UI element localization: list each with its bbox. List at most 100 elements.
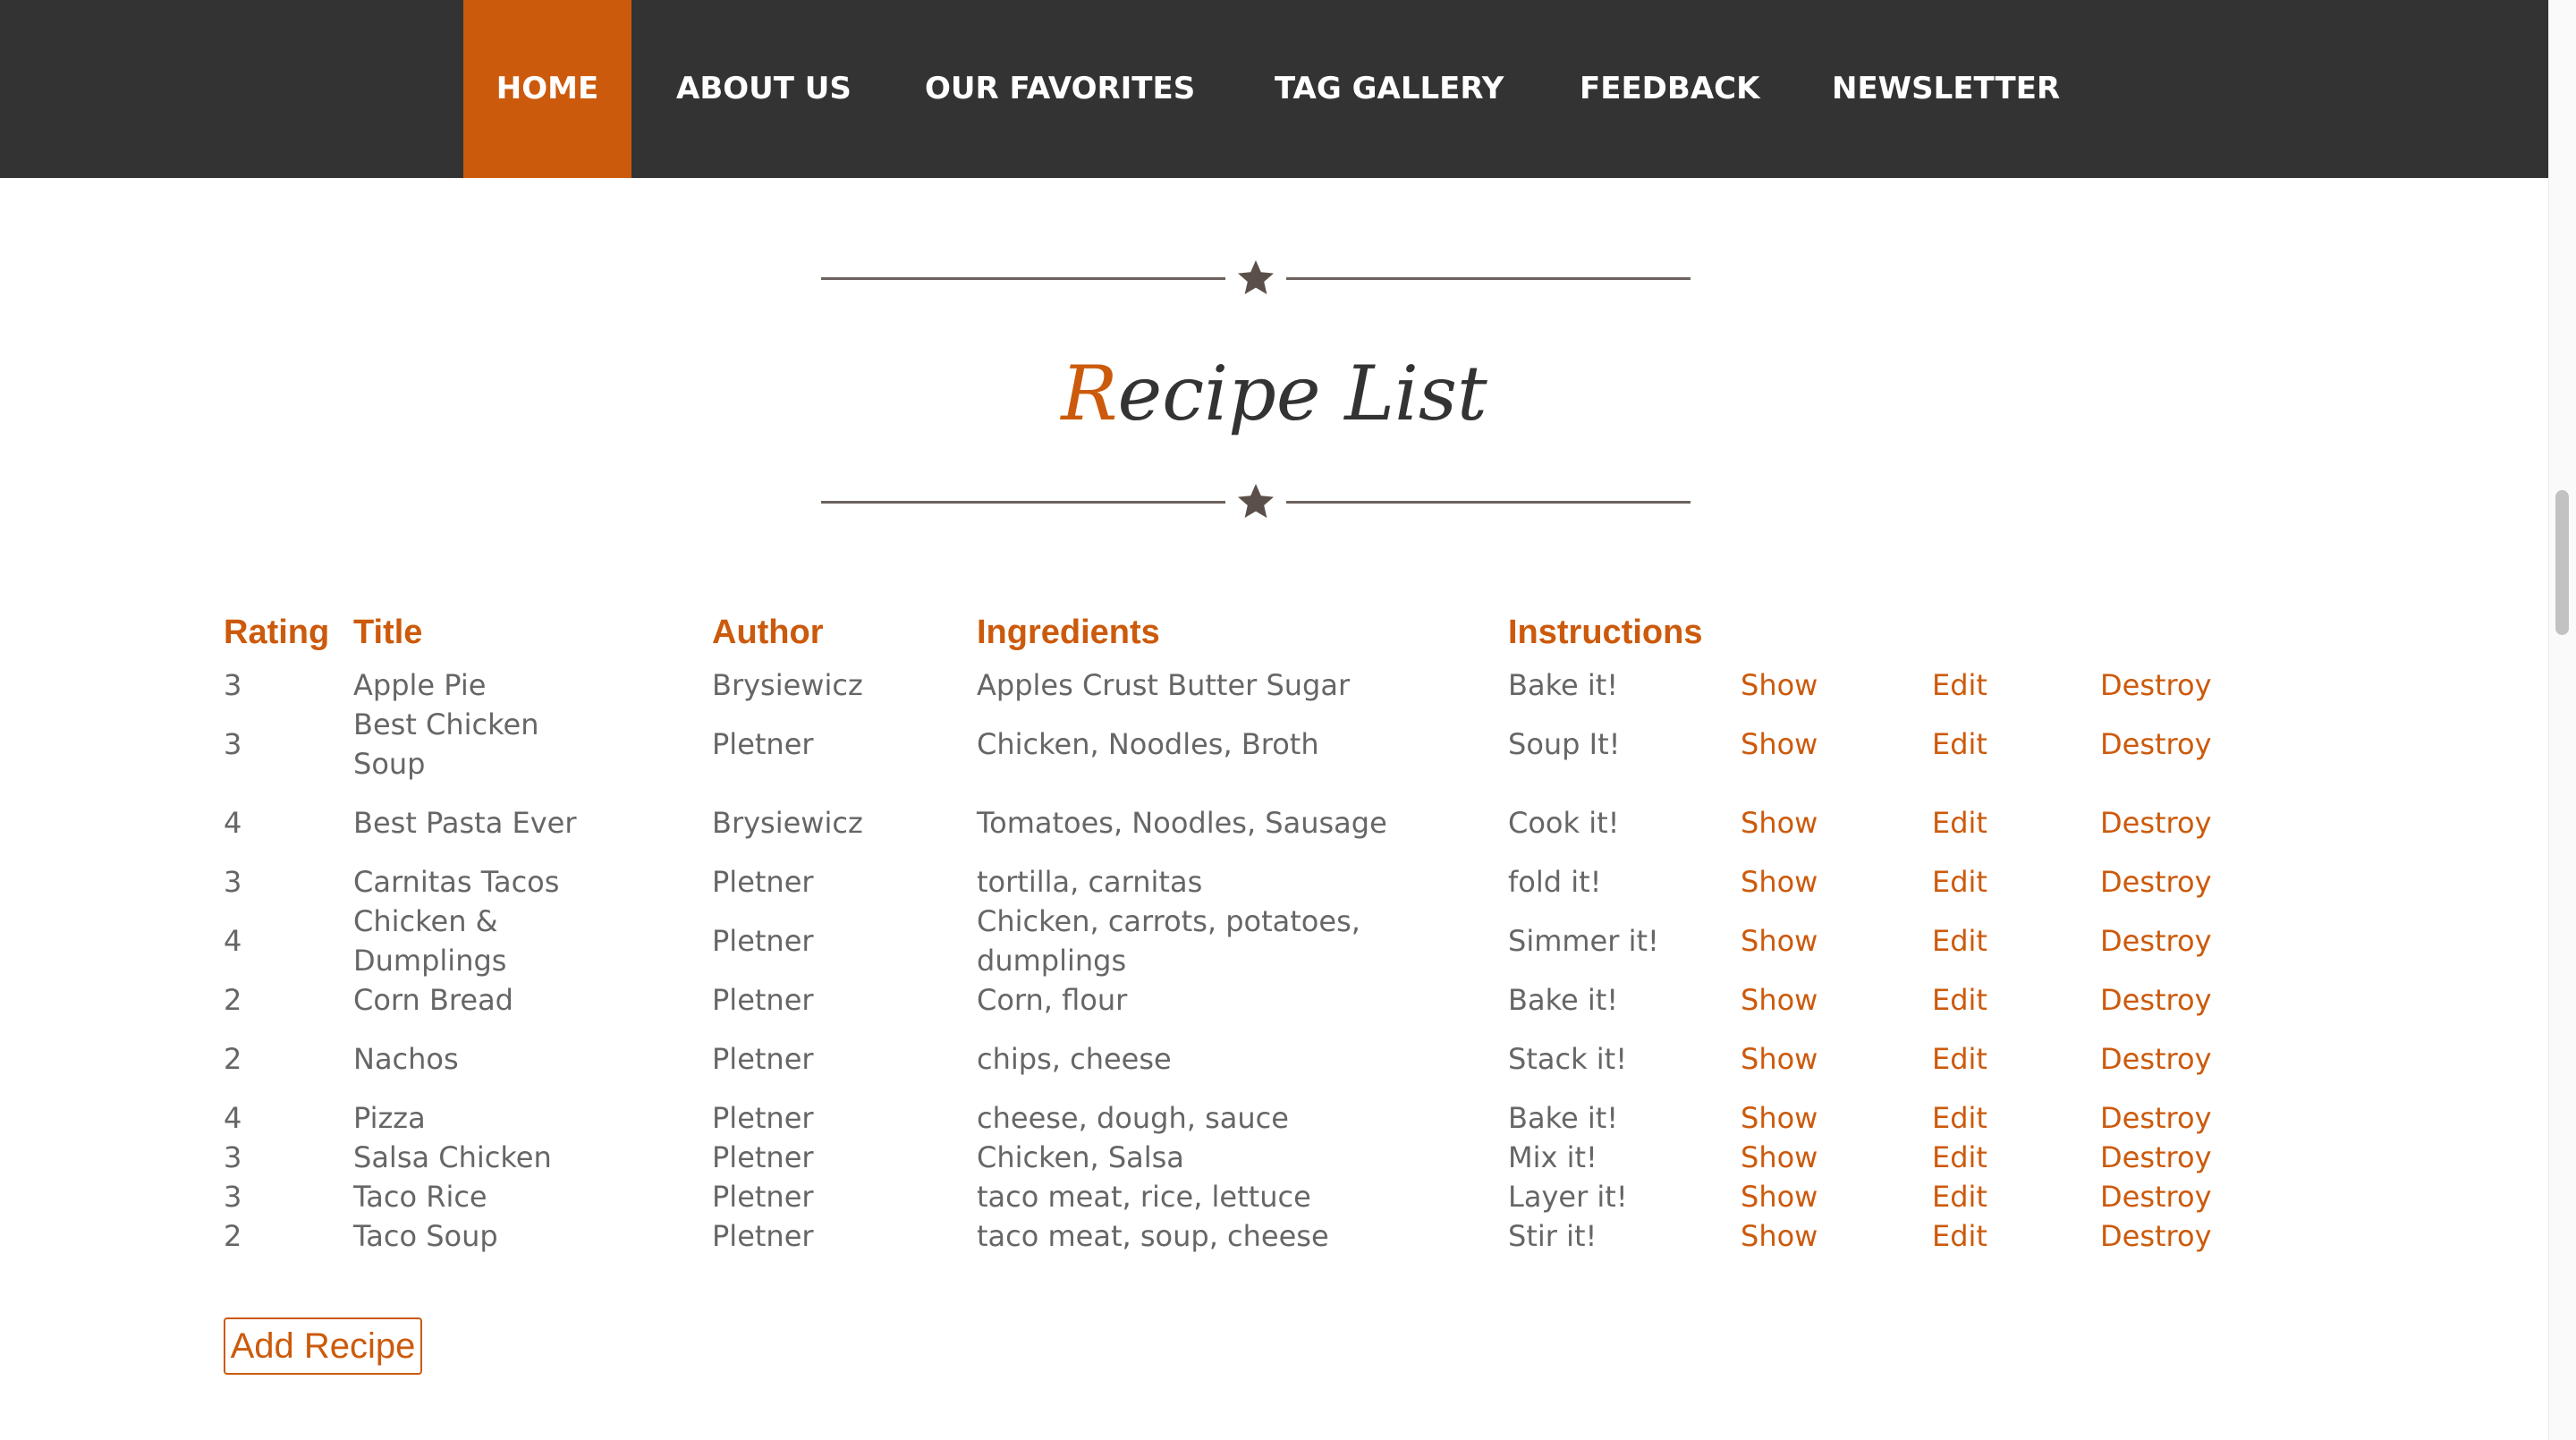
show-link[interactable]: Show [1741, 803, 1818, 843]
column-header-title: Title [353, 614, 423, 651]
show-link[interactable]: Show [1741, 980, 1818, 1020]
table-cell-author: Pletner [712, 1042, 814, 1076]
show-link[interactable]: Show [1741, 862, 1818, 902]
page-title-initial: R [1061, 350, 1118, 437]
edit-link[interactable]: Edit [1932, 921, 1987, 961]
scrollbar-thumb[interactable] [2555, 490, 2569, 635]
table-cell-rating: 4 [224, 1101, 242, 1135]
edit-link[interactable]: Edit [1932, 724, 1987, 764]
edit-link[interactable]: Edit [1932, 1138, 1987, 1177]
edit-link[interactable]: Edit [1932, 862, 1987, 902]
show-link[interactable]: Show [1741, 1098, 1818, 1138]
table-cell-title: Taco Soup [353, 1219, 498, 1253]
column-header-rating: Rating [224, 614, 330, 651]
table-cell-author: Pletner [712, 1180, 814, 1214]
table-cell-instructions: fold it! [1508, 865, 1602, 899]
table-cell-rating: 2 [224, 1219, 242, 1253]
table-cell-title: Nachos [353, 1042, 459, 1076]
destroy-link[interactable]: Destroy [2100, 1039, 2212, 1079]
column-header-author: Author [712, 614, 824, 651]
table-cell-title: Best Pasta Ever [353, 806, 577, 840]
destroy-link[interactable]: Destroy [2100, 1138, 2212, 1177]
table-cell-rating: 3 [224, 668, 242, 702]
destroy-link[interactable]: Destroy [2100, 921, 2212, 961]
table-cell-title: Taco Rice [353, 1180, 487, 1214]
table-cell-instructions: Soup It! [1508, 727, 1621, 761]
page-title-rest: ecipe List [1117, 350, 1487, 437]
table-cell-title: Corn Bread [353, 983, 513, 1017]
table-cell-author: Pletner [712, 1140, 814, 1174]
edit-link[interactable]: Edit [1932, 1216, 1987, 1256]
nav-our-favorites[interactable]: OUR FAVORITES [925, 0, 1195, 178]
destroy-link[interactable]: Destroy [2100, 1216, 2212, 1256]
destroy-link[interactable]: Destroy [2100, 1098, 2212, 1138]
nav-about-us[interactable]: ABOUT US [676, 0, 852, 178]
table-cell-ingredients: tortilla, carnitas [977, 865, 1203, 899]
show-link[interactable]: Show [1741, 1138, 1818, 1177]
nav-feedback[interactable]: FEEDBACK [1580, 0, 1759, 178]
page-title: Recipe List [0, 340, 2548, 447]
table-cell-rating: 4 [224, 924, 242, 958]
destroy-link[interactable]: Destroy [2100, 724, 2212, 764]
table-cell-ingredients: taco meat, soup, cheese [977, 1219, 1329, 1253]
destroy-link[interactable]: Destroy [2100, 803, 2212, 843]
star-icon [1238, 260, 1274, 294]
title-divider-top [821, 260, 1690, 296]
nav-tag-gallery[interactable]: TAG GALLERY [1275, 0, 1504, 178]
table-cell-ingredients: Apples Crust Butter Sugar [977, 668, 1351, 702]
table-cell-title: Salsa Chicken [353, 1140, 552, 1174]
table-cell-author: Pletner [712, 924, 814, 958]
edit-link[interactable]: Edit [1932, 1177, 1987, 1216]
table-cell-instructions: Stir it! [1508, 1219, 1597, 1253]
show-link[interactable]: Show [1741, 921, 1818, 961]
add-recipe-button[interactable]: Add Recipe [224, 1317, 422, 1375]
nav-newsletter[interactable]: NEWSLETTER [1832, 0, 2060, 178]
table-cell-rating: 3 [224, 865, 242, 899]
table-cell-ingredients: chips, cheese [977, 1042, 1172, 1076]
table-cell-author: Pletner [712, 1101, 814, 1135]
show-link[interactable]: Show [1741, 1039, 1818, 1079]
table-cell-rating: 3 [224, 1140, 242, 1174]
show-link[interactable]: Show [1741, 1216, 1818, 1256]
table-cell-author: Pletner [712, 983, 814, 1017]
edit-link[interactable]: Edit [1932, 1039, 1987, 1079]
table-cell-instructions: Bake it! [1508, 983, 1619, 1017]
nav-home[interactable]: HOME [463, 0, 631, 178]
destroy-link[interactable]: Destroy [2100, 665, 2212, 705]
table-cell-ingredients: Chicken, Salsa [977, 1140, 1184, 1174]
table-cell-title: Apple Pie [353, 668, 487, 702]
destroy-link[interactable]: Destroy [2100, 862, 2212, 902]
page-scrollbar[interactable] [2548, 0, 2576, 1440]
table-cell-author: Pletner [712, 727, 814, 761]
table-cell-ingredients: Corn, flour [977, 983, 1128, 1017]
column-header-ingredients: Ingredients [977, 614, 1160, 651]
table-cell-instructions: Bake it! [1508, 668, 1619, 702]
edit-link[interactable]: Edit [1932, 1098, 1987, 1138]
table-cell-ingredients: Tomatoes, Noodles, Sausage [977, 806, 1387, 840]
title-divider-bottom [821, 484, 1690, 520]
table-cell-rating: 3 [224, 727, 242, 761]
table-cell-instructions: Layer it! [1508, 1180, 1628, 1214]
show-link[interactable]: Show [1741, 724, 1818, 764]
table-cell-rating: 4 [224, 806, 242, 840]
table-cell-author: Brysiewicz [712, 806, 863, 840]
table-cell-instructions: Simmer it! [1508, 924, 1659, 958]
table-cell-rating: 2 [224, 983, 242, 1017]
table-cell-instructions: Bake it! [1508, 1101, 1619, 1135]
edit-link[interactable]: Edit [1932, 803, 1987, 843]
top-navbar: HOME ABOUT US OUR FAVORITES TAG GALLERY … [0, 0, 2548, 178]
show-link[interactable]: Show [1741, 1177, 1818, 1216]
show-link[interactable]: Show [1741, 665, 1818, 705]
destroy-link[interactable]: Destroy [2100, 1177, 2212, 1216]
table-cell-title: Chicken & Dumplings [353, 904, 507, 978]
column-header-instructions: Instructions [1508, 614, 1703, 651]
edit-link[interactable]: Edit [1932, 980, 1987, 1020]
table-cell-ingredients: cheese, dough, sauce [977, 1101, 1289, 1135]
table-cell-author: Brysiewicz [712, 668, 863, 702]
destroy-link[interactable]: Destroy [2100, 980, 2212, 1020]
table-cell-title: Carnitas Tacos [353, 865, 560, 899]
table-cell-ingredients: Chicken, Noodles, Broth [977, 727, 1319, 761]
table-cell-instructions: Cook it! [1508, 806, 1620, 840]
edit-link[interactable]: Edit [1932, 665, 1987, 705]
table-cell-title: Pizza [353, 1101, 426, 1135]
